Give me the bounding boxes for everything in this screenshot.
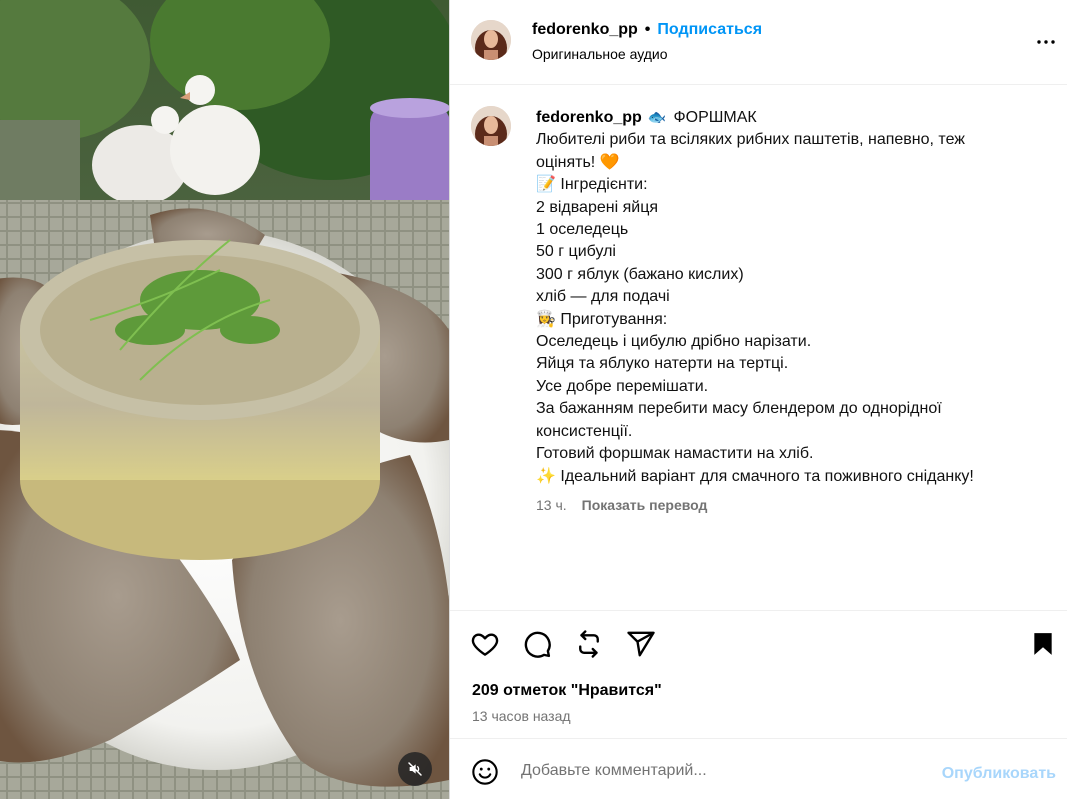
repost-icon [579, 630, 599, 658]
mute-button[interactable] [398, 752, 432, 786]
caption-line: Яйця та яблуко натерти на тертці. [536, 355, 789, 373]
post-actions: 209 отметок "Нравится" 13 часов назад [450, 610, 1067, 739]
post-photo [0, 0, 449, 799]
post-header: fedorenko_pp • Подписаться Оригинальное … [450, 0, 1067, 85]
like-button[interactable] [470, 629, 500, 659]
heart-icon [471, 633, 499, 656]
separator-dot: • [644, 21, 651, 38]
caption-area: fedorenko_pp 🐟 ФОРШМАК Любителі риби та … [450, 86, 1067, 610]
emoji-picker-button[interactable] [471, 758, 499, 786]
caption-line: 300 г яблук (бажано кислих) [536, 265, 744, 283]
caption-line: Усе добре перемішати. [536, 377, 709, 395]
caption-line: консистенції. [536, 422, 633, 440]
avatar[interactable] [471, 20, 511, 60]
publish-button[interactable]: Опубликовать [942, 765, 1056, 783]
caption-meta: 13 ч. Показать перевод [536, 496, 1051, 514]
caption-line: оцінять! 🧡 [536, 153, 620, 171]
post-panel: fedorenko_pp • Подписаться Оригинальное … [449, 0, 1067, 799]
more-options-button[interactable] [1034, 30, 1058, 54]
comment-button[interactable] [522, 629, 552, 659]
profile-photo-icon [471, 106, 511, 146]
caption-line: Любителі риби та всіляких рибних паштеті… [536, 131, 965, 149]
caption-line: 2 відварені яйця [536, 198, 659, 216]
profile-photo-icon [471, 20, 511, 60]
caption-line: Оселедець і цибулю дрібно нарізати. [536, 333, 812, 351]
follow-button[interactable]: Подписаться [657, 20, 762, 40]
comment-input[interactable] [521, 756, 921, 786]
smiley-icon [472, 759, 498, 785]
caption-line: ✨ Ідеальний варіант для смачного та пожи… [536, 467, 974, 485]
likes-count[interactable]: 209 отметок "Нравится" [472, 682, 662, 700]
caption-line: 📝 Інгредієнти: [536, 176, 648, 194]
save-button[interactable] [1028, 629, 1058, 659]
repost-button[interactable] [574, 629, 604, 659]
caption-line: 👩‍🍳 Приготування: [536, 310, 668, 328]
post-timestamp[interactable]: 13 часов назад [472, 708, 571, 724]
share-button[interactable] [626, 629, 656, 659]
fish-emoji: 🐟 [647, 109, 667, 126]
caption-text: fedorenko_pp 🐟 ФОРШМАК Любителі риби та … [536, 107, 1051, 514]
show-translation-button[interactable]: Показать перевод [582, 496, 708, 514]
post-author-username[interactable]: fedorenko_pp [532, 20, 638, 40]
bookmark-icon [1034, 633, 1052, 655]
caption-line: 1 оселедець [536, 221, 629, 239]
caption-username[interactable]: fedorenko_pp [536, 107, 642, 129]
caption-line: Готовий форшмак намастити на хліб. [536, 445, 814, 463]
caption-line: хліб — для подачі [536, 288, 670, 306]
caption-title: ФОРШМАК [673, 109, 757, 126]
post-media[interactable] [0, 0, 449, 799]
caption-line: 50 г цибулі [536, 243, 616, 261]
audio-link[interactable]: Оригинальное аудио [532, 45, 668, 63]
comment-bar: Опубликовать [450, 740, 1067, 799]
caption-line: За бажанням перебити масу блендером до о… [536, 400, 942, 418]
more-horizontal-icon [1037, 40, 1055, 44]
comment-icon [524, 631, 551, 658]
caption-avatar[interactable] [471, 106, 511, 146]
share-icon [627, 631, 655, 657]
speaker-muted-icon [408, 762, 422, 776]
caption-time[interactable]: 13 ч. [536, 496, 567, 514]
